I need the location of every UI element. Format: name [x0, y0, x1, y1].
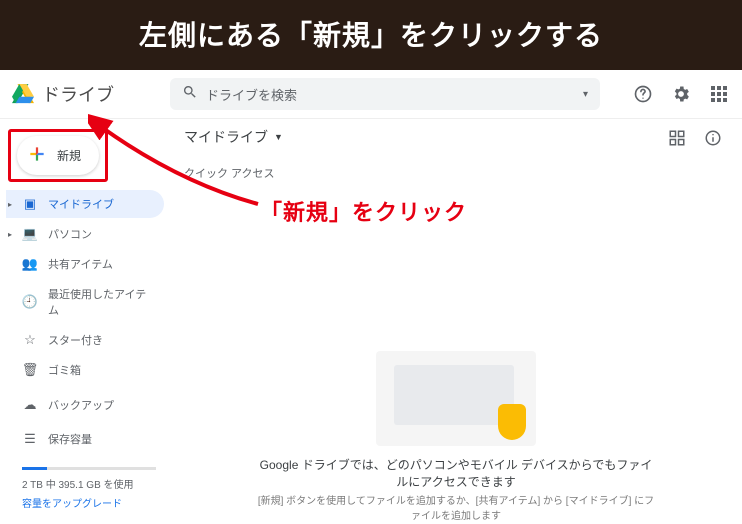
shared-icon: 👥 [22, 256, 38, 272]
new-button-highlight: 新規 [8, 129, 108, 182]
sidebar-item-shared[interactable]: 👥 共有アイテム [6, 250, 164, 278]
expand-icon[interactable]: ▸ [8, 230, 12, 239]
drive-app: ドライブ ドライブを検索 ▾ [0, 70, 742, 524]
star-icon: ☆ [22, 332, 38, 348]
storage-icon: ☰ [22, 431, 38, 447]
backup-icon: ☁ [22, 397, 38, 413]
sidebar-item-label: 共有アイテム [48, 256, 113, 272]
plus-icon [27, 144, 47, 167]
instruction-banner: 左側にある「新規」をクリックする [0, 0, 742, 70]
mydrive-icon: ▣ [22, 196, 38, 212]
main-area: 新規 ▸ ▣ マイドライブ ▸ 💻 パソコン 👥 共有アイテム 🕘 [0, 119, 742, 524]
top-actions [632, 83, 730, 105]
view-toggle [666, 127, 724, 149]
empty-state: Google ドライブでは、どのパソコンやモバイル デバイスからでもファイルにア… [184, 351, 728, 524]
breadcrumb-caret-icon[interactable]: ▼ [274, 132, 283, 142]
sidebar-item-label: 保存容量 [48, 431, 92, 447]
drive-logo[interactable]: ドライブ [12, 81, 162, 107]
sidebar-item-storage[interactable]: ☰ 保存容量 [6, 425, 164, 453]
sidebar-item-starred[interactable]: ☆ スター付き [6, 326, 164, 354]
sidebar-item-mydrive[interactable]: ▸ ▣ マイドライブ [6, 190, 164, 218]
sidebar-item-trash[interactable]: 🗑 ゴミ箱 [6, 356, 164, 384]
sidebar-item-label: パソコン [48, 226, 92, 242]
topbar: ドライブ ドライブを検索 ▾ [0, 70, 742, 119]
computers-icon: 💻 [22, 226, 38, 242]
sidebar-item-recent[interactable]: 🕘 最近使用したアイテム [6, 280, 164, 324]
breadcrumb[interactable]: マイドライブ ▼ [184, 127, 728, 147]
empty-primary-text: Google ドライブでは、どのパソコンやモバイル デバイスからでもファイルにア… [184, 456, 728, 490]
apps-grid-icon[interactable] [708, 83, 730, 105]
trash-icon: 🗑 [22, 362, 38, 378]
callout-text: 「新規」をクリック [260, 195, 467, 227]
sidebar-item-label: 最近使用したアイテム [48, 286, 156, 318]
grid-view-icon[interactable] [666, 127, 688, 149]
search-options-caret-icon[interactable]: ▾ [583, 89, 588, 100]
sidebar-item-computers[interactable]: ▸ 💻 パソコン [6, 220, 164, 248]
storage-bar [22, 467, 156, 470]
quick-access-label: クイック アクセス [184, 165, 728, 181]
sidebar: 新規 ▸ ▣ マイドライブ ▸ 💻 パソコン 👥 共有アイテム 🕘 [0, 119, 170, 524]
search-icon [182, 84, 198, 104]
sidebar-item-label: バックアップ [48, 397, 114, 413]
storage-meter: 2 TB 中 395.1 GB を使用 容量をアップグレード [6, 455, 164, 516]
sidebar-item-backups[interactable]: ☁ バックアップ [6, 391, 164, 419]
help-icon[interactable] [632, 83, 654, 105]
settings-gear-icon[interactable] [670, 83, 692, 105]
empty-illustration [376, 351, 536, 446]
sidebar-item-label: マイドライブ [48, 196, 114, 212]
empty-secondary-text: [新規] ボタンを使用してファイルを追加するか、[共有アイテム] から [マイド… [184, 494, 728, 524]
info-icon[interactable] [702, 127, 724, 149]
expand-icon[interactable]: ▸ [8, 200, 12, 209]
search-input[interactable]: ドライブを検索 [206, 85, 575, 104]
breadcrumb-label: マイドライブ [184, 127, 268, 147]
recent-icon: 🕘 [22, 294, 38, 310]
storage-upgrade-link[interactable]: 容量をアップグレード [22, 495, 156, 510]
content-pane: マイドライブ ▼ クイック アクセス Google ドライブでは、どのパソコンや… [170, 119, 742, 524]
sidebar-item-label: ゴミ箱 [48, 362, 81, 378]
drive-logo-icon [12, 84, 34, 104]
new-button-label: 新規 [57, 147, 81, 164]
new-button[interactable]: 新規 [17, 136, 99, 175]
search-bar[interactable]: ドライブを検索 ▾ [170, 78, 600, 110]
drive-logo-text: ドライブ [42, 81, 114, 107]
storage-usage-text: 2 TB 中 395.1 GB を使用 [22, 476, 156, 491]
sidebar-item-label: スター付き [48, 332, 103, 348]
